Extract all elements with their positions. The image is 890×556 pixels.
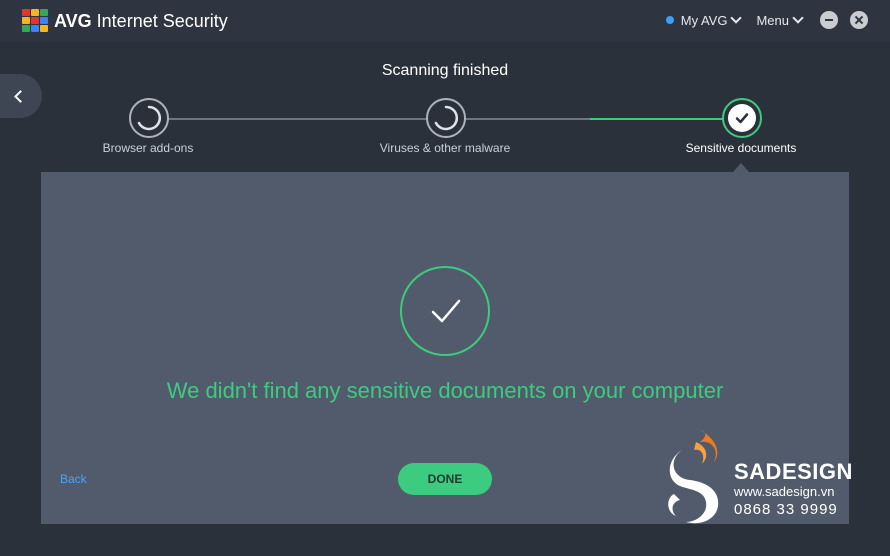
- minimize-button[interactable]: [820, 11, 838, 29]
- sadesign-watermark: SADESIGN www.sadesign.vn 0868 33 9999: [660, 428, 860, 528]
- status-dot-icon: [665, 16, 674, 24]
- close-button[interactable]: [850, 11, 868, 29]
- watermark-url: www.sadesign.vn: [734, 484, 835, 499]
- panel-pointer: [733, 163, 749, 172]
- app-title: AVG Internet Security: [54, 10, 228, 31]
- back-link[interactable]: Back: [60, 472, 87, 486]
- progress-line: [464, 118, 590, 120]
- menu-dropdown[interactable]: Menu: [756, 11, 804, 28]
- my-avg-label: My AVG: [680, 12, 728, 28]
- app-logo: AVG Internet Security: [22, 9, 228, 33]
- step-label: Browser add-ons: [102, 141, 194, 155]
- sadesign-logo-icon: [668, 430, 719, 524]
- spinner-icon: [434, 105, 459, 131]
- step-label: Sensitive documents: [685, 141, 797, 155]
- watermark-phone: 0868 33 9999: [734, 501, 838, 518]
- progress-line: [168, 118, 426, 120]
- page-title: Scanning finished: [381, 62, 509, 79]
- title-bar: AVG Internet Security My AVG Menu: [0, 0, 890, 42]
- menu-label: Menu: [756, 12, 789, 28]
- step-viruses: [426, 98, 466, 138]
- my-avg-dropdown[interactable]: My AVG: [665, 11, 743, 28]
- spinner-icon: [137, 105, 162, 131]
- done-button[interactable]: DONE: [398, 463, 492, 495]
- step-sensitive-documents: [722, 98, 762, 138]
- chevron-down-icon: [730, 11, 743, 24]
- checkmark-icon: [735, 113, 749, 124]
- success-check-icon: [400, 266, 490, 356]
- step-browser-addons: [129, 98, 169, 138]
- result-message: We didn't find any sensitive documents o…: [166, 378, 724, 403]
- step-label: Viruses & other malware: [379, 141, 511, 155]
- avg-logo-icon: [22, 9, 48, 33]
- back-arrow-button[interactable]: [0, 74, 42, 118]
- watermark-title: SADESIGN: [734, 459, 853, 484]
- progress-line-complete: [590, 118, 722, 120]
- chevron-down-icon: [792, 11, 804, 24]
